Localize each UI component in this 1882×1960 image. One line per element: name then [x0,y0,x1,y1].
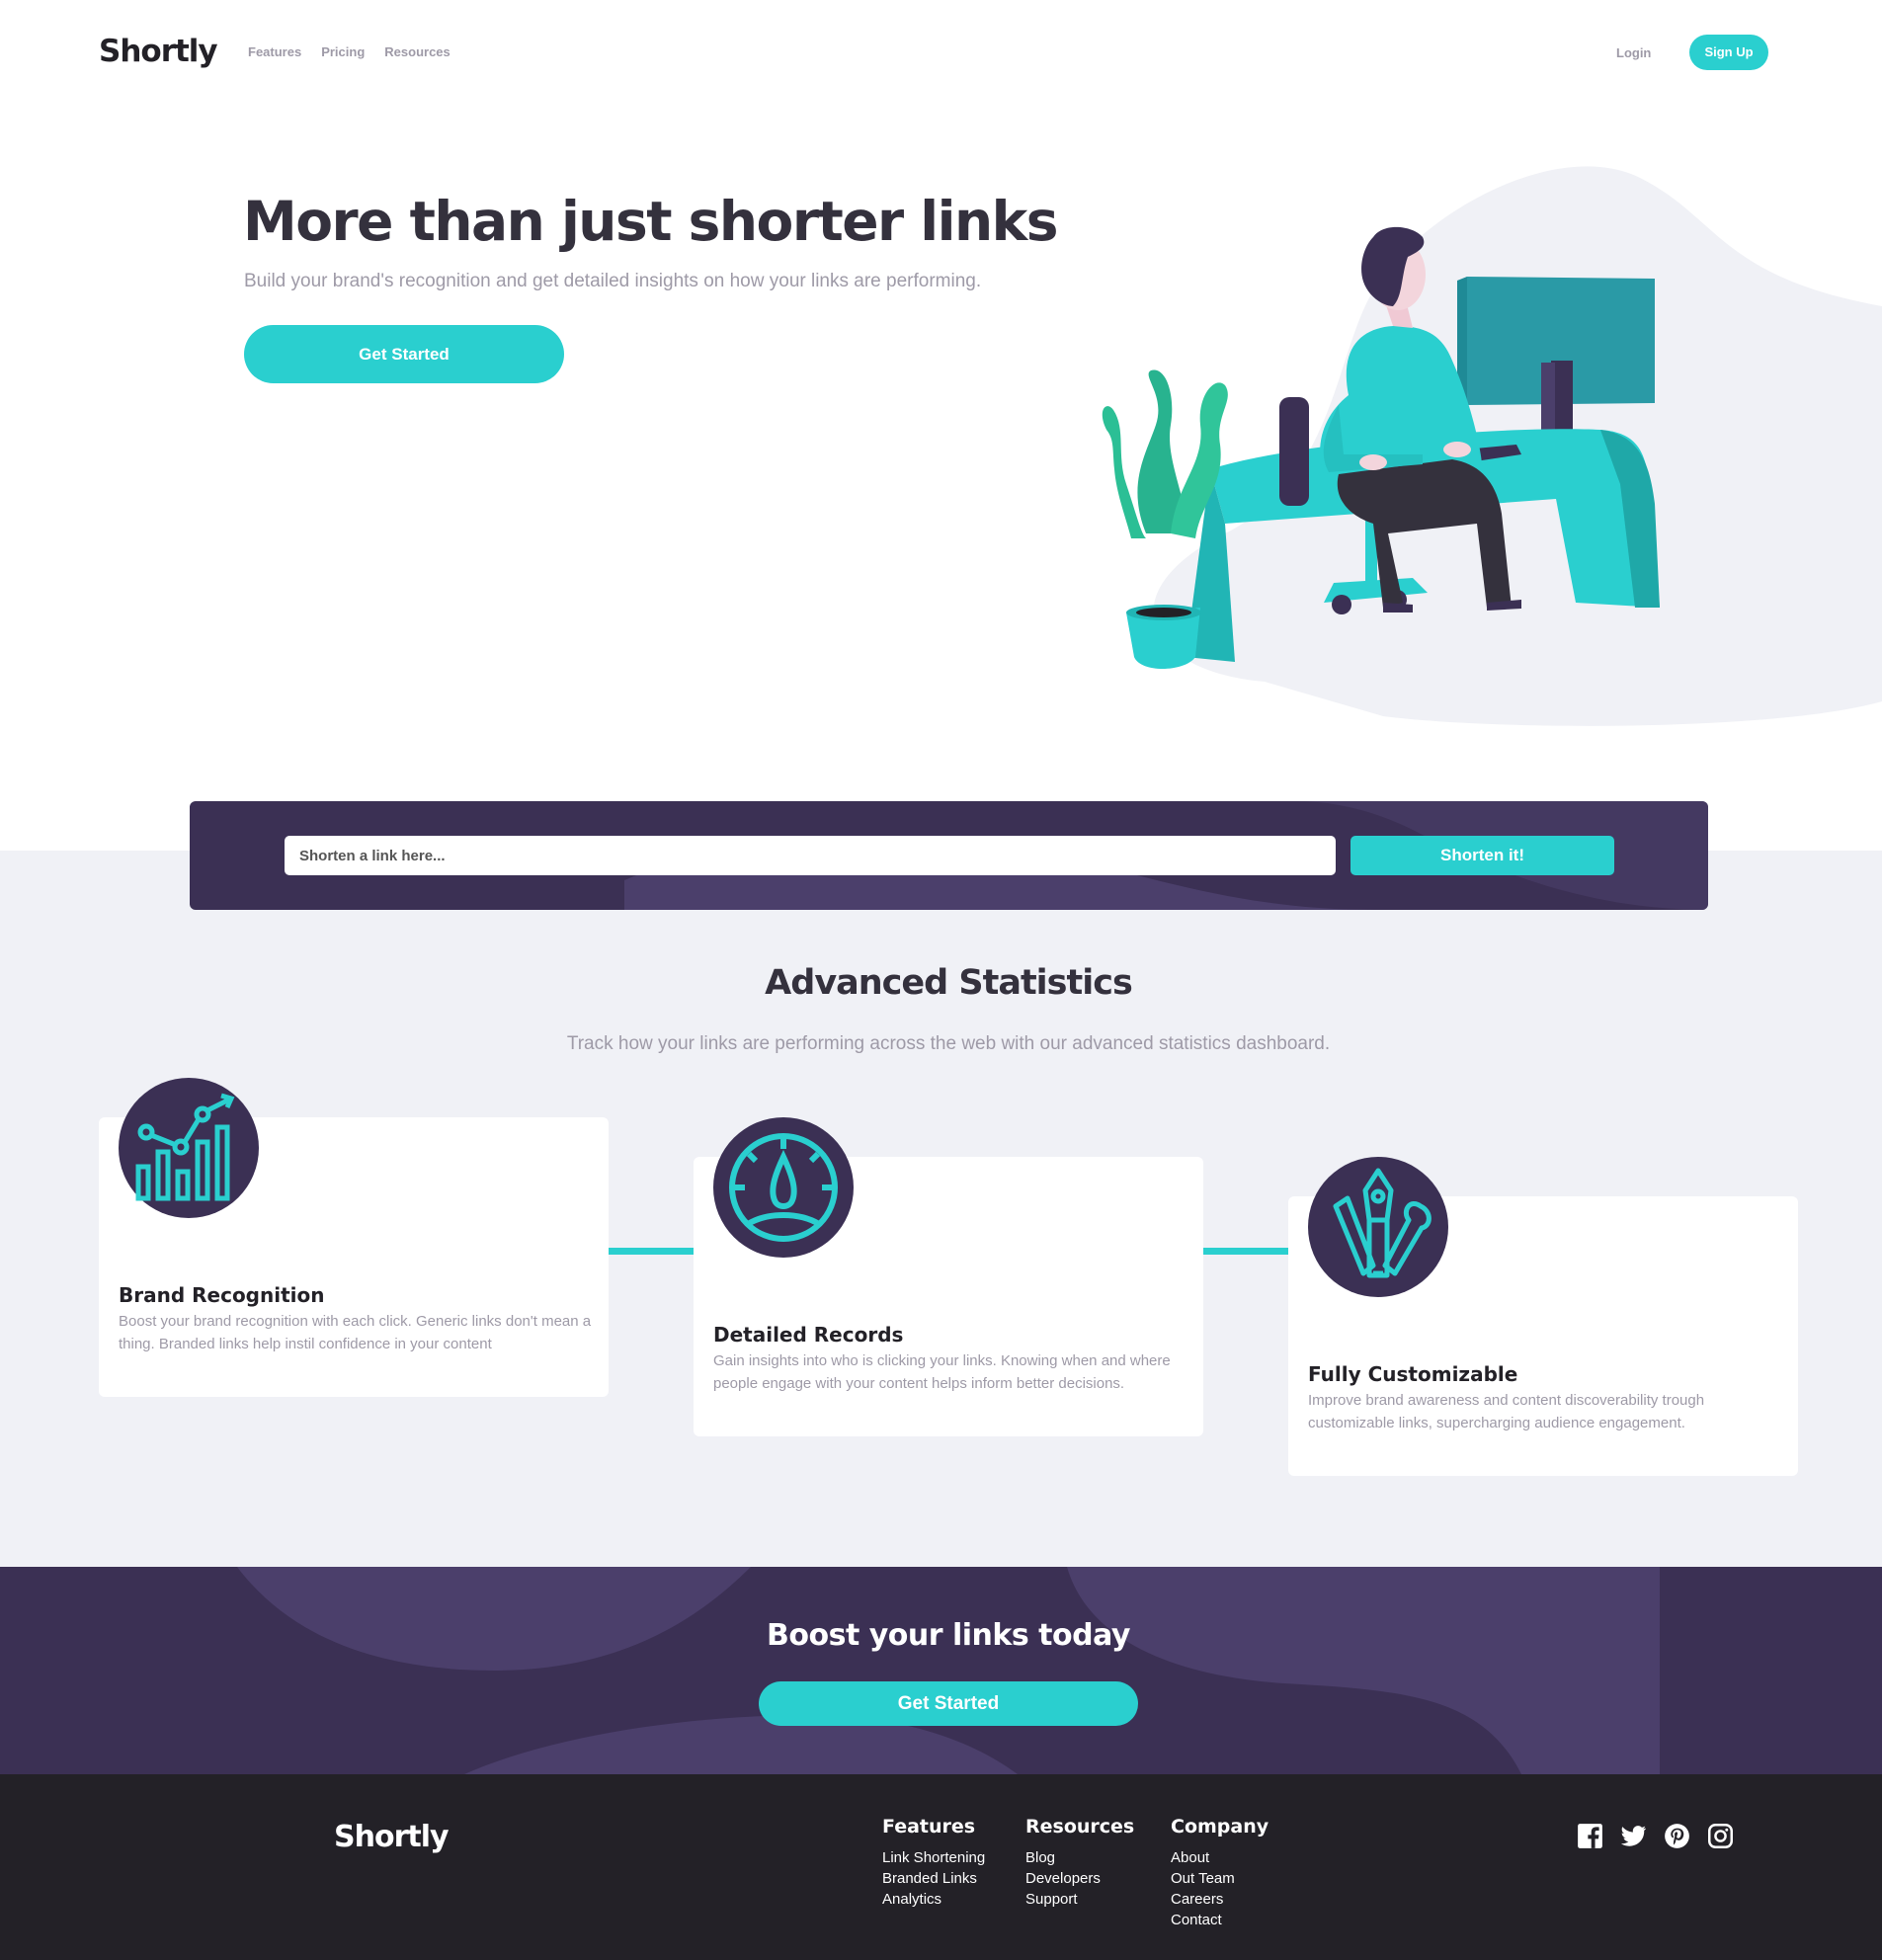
footer-link[interactable]: Support [1025,1889,1134,1910]
footer-link[interactable]: About [1171,1847,1268,1868]
hero-get-started-button[interactable]: Get Started [244,325,564,383]
facebook-icon[interactable] [1577,1823,1603,1849]
footer-link[interactable]: Developers [1025,1868,1134,1889]
footer-column-title: Resources [1025,1816,1135,1838]
signup-button[interactable]: Sign Up [1689,35,1768,70]
login-link[interactable]: Login [1616,45,1651,60]
card-connector [609,1248,694,1255]
footer-link[interactable]: Branded Links [882,1868,985,1889]
boost-banner: Boost your links today Get Started [0,1567,1882,1774]
pinterest-icon[interactable] [1664,1823,1690,1849]
boost-title: Boost your links today [767,1618,1130,1653]
hero-subtitle: Build your brand's recognition and get d… [244,271,982,291]
footer-link[interactable]: Link Shortening [882,1847,985,1868]
footer-column-features: Features Link Shortening Branded Links A… [882,1816,985,1910]
footer-link[interactable]: Analytics [882,1889,985,1910]
shorten-form: Shorten it! [190,801,1708,910]
footer-logo[interactable]: Shortly [334,1820,450,1854]
boost-get-started-button[interactable]: Get Started [759,1681,1138,1726]
logo[interactable]: Shortly [99,34,218,69]
site-footer: Shortly Features Link Shortening Branded… [0,1774,1882,1960]
instagram-icon[interactable] [1707,1823,1734,1849]
gauge-icon [713,1117,854,1258]
hero-illustration [1102,166,1882,726]
statistics-subtitle: Track how your links are performing acro… [566,1033,1331,1054]
footer-link[interactable]: Contact [1171,1910,1268,1930]
social-links [1577,1823,1734,1849]
footer-link[interactable]: Blog [1025,1847,1134,1868]
footer-link[interactable]: Careers [1171,1889,1268,1910]
nav-pricing[interactable]: Pricing [321,44,365,59]
footer-link[interactable]: Out Team [1171,1868,1268,1889]
nav-resources[interactable]: Resources [384,44,450,59]
statistics-title: Advanced Statistics [765,963,1133,1003]
card-title: Detailed Records [713,1323,904,1347]
card-text: Boost your brand recognition with each c… [119,1313,592,1352]
footer-column-title: Features [882,1816,976,1838]
footer-column-title: Company [1171,1816,1269,1838]
tools-icon [1308,1157,1448,1297]
site-header: Shortly Features Pricing Resources Login… [0,0,1882,104]
shorten-button[interactable]: Shorten it! [1350,836,1614,875]
card-title: Brand Recognition [119,1283,325,1307]
chart-icon [119,1078,259,1218]
footer-column-company: Company About Out Team Careers Contact [1171,1816,1268,1930]
twitter-icon[interactable] [1620,1823,1647,1849]
footer-column-resources: Resources Blog Developers Support [1025,1816,1134,1910]
card-text: Improve brand awareness and content disc… [1308,1392,1705,1431]
card-text: Gain insights into who is clicking your … [713,1352,1171,1392]
card-connector [1203,1248,1288,1255]
nav-features[interactable]: Features [248,44,301,59]
card-title: Fully Customizable [1308,1362,1518,1386]
hero-title: More than just shorter links [243,190,1058,253]
shorten-link-input[interactable] [285,836,1336,875]
main-nav: Features Pricing Resources [248,44,450,59]
boost-background-pattern [237,1567,1660,1774]
